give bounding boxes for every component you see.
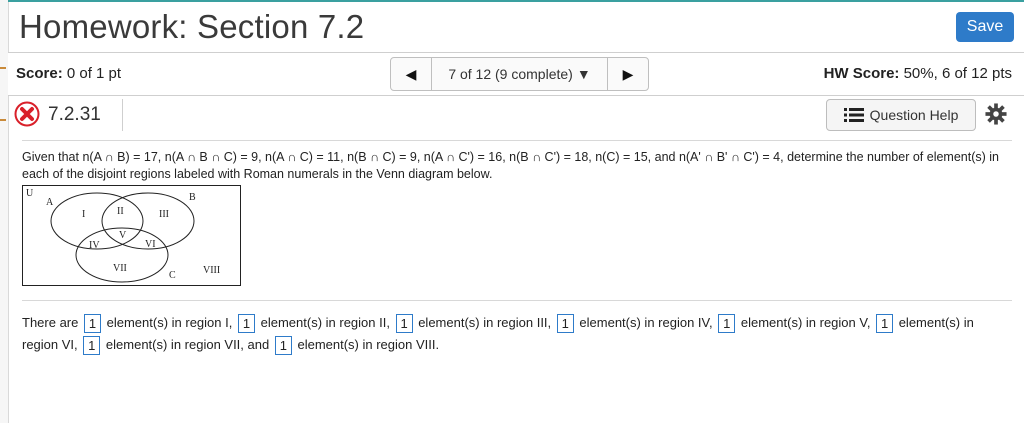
list-icon <box>843 108 864 122</box>
content-divider <box>22 300 1012 301</box>
sidebar-marker <box>0 119 6 121</box>
region-viii-answer[interactable]: 1 <box>274 336 292 356</box>
gear-icon[interactable] <box>985 103 1007 125</box>
venn-diagram: U A B C I II III IV V VI VII VIII <box>22 185 241 286</box>
hw-score-display: HW Score: 50%, 6 of 12 pts <box>824 65 1012 82</box>
question-position: 7 of 12 (9 complete) <box>448 66 573 82</box>
score-label: Score: <box>16 65 63 82</box>
set-b-label: B <box>189 192 196 203</box>
question-content: Given that n(A ∩ B) = 17, n(A ∩ B ∩ C) =… <box>22 140 1012 286</box>
divider <box>122 99 123 131</box>
question-prompt: Given that n(A ∩ B) = 17, n(A ∩ B ∩ C) =… <box>22 150 999 181</box>
region-vi-answer[interactable]: 1 <box>876 314 894 334</box>
answer-text: element(s) in region VIII. <box>297 337 440 352</box>
universe-label: U <box>26 188 34 199</box>
region-ii-label: II <box>117 206 124 217</box>
hw-score-value: 50%, 6 of 12 pts <box>903 65 1012 82</box>
region-v-answer[interactable]: 1 <box>718 314 736 334</box>
question-help-button[interactable]: Question Help <box>826 99 976 131</box>
question-help-label: Question Help <box>869 107 959 123</box>
region-iii-label: III <box>159 209 169 220</box>
score-bar: Score: 0 of 1 pt ◀ 7 of 12 (9 complete) … <box>8 52 1024 96</box>
region-v-label: V <box>119 230 127 241</box>
answer-lead: There are <box>22 315 79 330</box>
region-iii-answer[interactable]: 1 <box>395 314 413 334</box>
set-a-label: A <box>46 197 54 208</box>
previous-question-button[interactable]: ◀ <box>391 58 431 90</box>
triangle-left-icon: ◀ <box>405 65 417 82</box>
next-question-button[interactable]: ▶ <box>608 58 648 90</box>
sidebar-marker <box>0 67 6 69</box>
region-i-answer[interactable]: 1 <box>84 314 101 334</box>
question-selector-dropdown[interactable]: 7 of 12 (9 complete) ▼ <box>431 58 608 90</box>
score-value: 0 of 1 pt <box>66 65 122 82</box>
answer-text: element(s) in region III, <box>418 315 552 330</box>
region-ii-answer[interactable]: 1 <box>237 314 255 334</box>
question-number: 7.2.31 <box>48 104 101 125</box>
region-vi-label: VI <box>145 239 156 250</box>
question-navigator: ◀ 7 of 12 (9 complete) ▼ ▶ <box>390 57 649 91</box>
triangle-down-icon: ▼ <box>576 66 591 82</box>
question-bar: 7.2.31 Question Help <box>8 95 1024 137</box>
page-header: Homework: Section 7.2 Save <box>8 0 1024 52</box>
region-i-label: I <box>82 209 85 220</box>
region-viii-label: VIII <box>203 265 220 276</box>
region-vii-label: VII <box>113 263 127 274</box>
triangle-right-icon: ▶ <box>622 65 634 82</box>
answer-text: element(s) in region I, <box>106 315 233 330</box>
answer-text: element(s) in region II, <box>260 315 390 330</box>
page-title: Homework: Section 7.2 <box>19 8 365 45</box>
score-display: Score: 0 of 1 pt <box>16 65 121 82</box>
region-vii-answer[interactable]: 1 <box>83 336 101 356</box>
x-circle-icon <box>14 101 40 127</box>
answer-text: element(s) in region V, <box>740 315 871 330</box>
save-button[interactable]: Save <box>956 12 1014 42</box>
region-iv-answer[interactable]: 1 <box>556 314 574 334</box>
answer-text: element(s) in region IV, <box>579 315 713 330</box>
set-c-label: C <box>169 270 176 281</box>
answer-text: element(s) in region VII, and <box>105 337 270 352</box>
region-iv-label: IV <box>89 240 100 251</box>
answer-section: There are 1 element(s) in region I, 1 el… <box>22 312 1012 356</box>
hw-score-label: HW Score: <box>823 65 900 82</box>
